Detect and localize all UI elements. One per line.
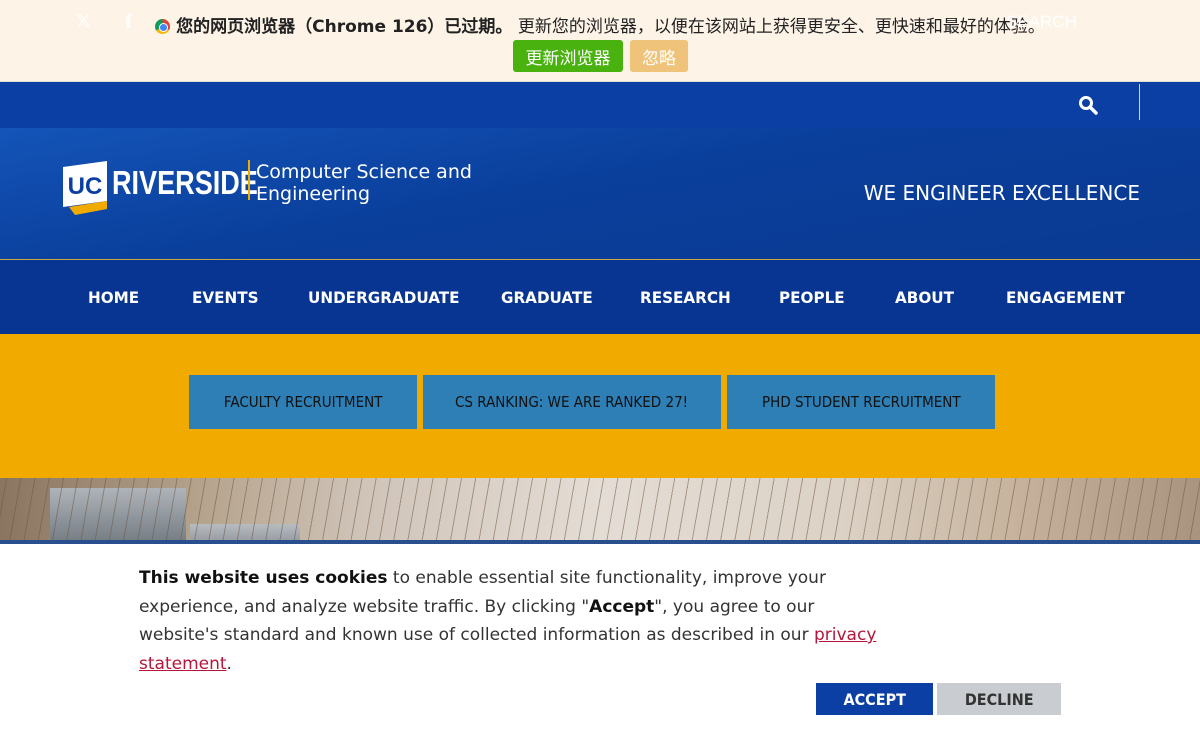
search-button[interactable]: SEARCH: [1006, 12, 1077, 32]
ignore-update-button[interactable]: 忽略: [630, 40, 688, 72]
hero-trees: [0, 478, 1200, 548]
nav-item-people[interactable]: PEOPLE: [779, 288, 845, 307]
cookie-intro-bold: This website uses cookies: [139, 568, 388, 588]
update-browser-button[interactable]: 更新浏览器: [513, 40, 623, 72]
department-name-line1: Computer Science and: [256, 161, 472, 183]
department-name-line2: Engineering: [256, 183, 370, 205]
decline-label: DECLINE: [964, 689, 1034, 709]
nav-item-research[interactable]: RESEARCH: [640, 288, 731, 307]
header-tagline: WE ENGINEER EXCELLENCE: [863, 181, 1140, 205]
search-divider: [1139, 84, 1140, 120]
accept-cookies-button[interactable]: ACCEPT: [816, 683, 933, 715]
faculty-recruitment-button[interactable]: FACULTY RECRUITMENT: [189, 375, 417, 429]
x-twitter-icon[interactable]: 𝕏: [76, 11, 91, 32]
cookie-text-part3: .: [226, 653, 232, 674]
faculty-recruitment-label: FACULTY RECRUITMENT: [223, 393, 383, 411]
cs-ranking-label: CS RANKING: WE ARE RANKED 27!: [455, 393, 689, 411]
top-utility-bar: [0, 82, 1200, 128]
cs-ranking-button[interactable]: CS RANKING: WE ARE RANKED 27!: [423, 375, 721, 429]
decline-cookies-button[interactable]: DECLINE: [937, 683, 1061, 715]
logo-divider: [248, 160, 250, 200]
uc-logo-mark[interactable]: UC: [63, 161, 109, 215]
facebook-icon[interactable]: f: [125, 9, 132, 34]
search-icon[interactable]: [1078, 95, 1098, 115]
phd-recruitment-button[interactable]: PHD STUDENT RECRUITMENT: [727, 375, 995, 429]
logo-riverside-wordmark[interactable]: RIVERSIDE: [112, 164, 258, 202]
hero-image: [0, 478, 1200, 548]
nav-item-about[interactable]: ABOUT: [895, 288, 954, 307]
cookie-accept-bold: Accept: [589, 596, 655, 617]
browser-outdated-text: 您的网页浏览器（Chrome 126）已过期。: [176, 17, 513, 37]
department-name[interactable]: Computer Science and Engineering: [256, 161, 496, 205]
nav-item-home[interactable]: HOME: [88, 288, 139, 307]
chrome-icon: [155, 19, 171, 34]
nav-item-graduate[interactable]: GRADUATE: [501, 288, 593, 307]
logo-uc-text: UC: [68, 173, 103, 200]
nav-item-events[interactable]: EVENTS: [192, 288, 259, 307]
phd-recruitment-label: PHD STUDENT RECRUITMENT: [761, 393, 961, 411]
nav-item-engagement[interactable]: ENGAGEMENT: [1006, 288, 1125, 307]
cookie-message: This website uses cookies to enable esse…: [139, 564, 899, 678]
browser-update-advice: 更新您的浏览器，以便在该网站上获得更安全、更快速和最好的体验。: [517, 17, 1045, 37]
nav-item-undergraduate[interactable]: UNDERGRADUATE: [308, 288, 460, 307]
accept-label: ACCEPT: [843, 689, 906, 709]
